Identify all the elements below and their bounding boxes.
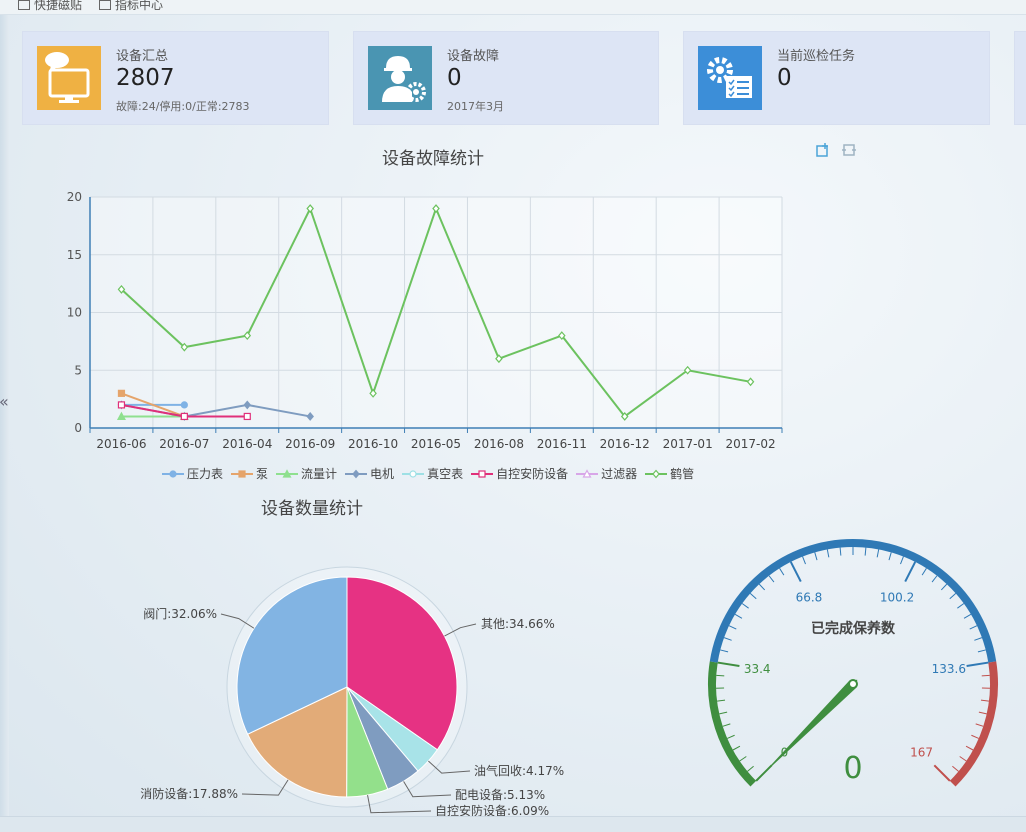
- gauge-minor-tick: [979, 712, 987, 714]
- gauge-minor-tick: [889, 552, 891, 560]
- gauge-minor-tick: [865, 548, 866, 556]
- gauge-tick-label: 33.4: [744, 662, 771, 676]
- gauge-minor-tick: [747, 766, 753, 771]
- gauge-minor-tick: [769, 576, 774, 582]
- gauge-minor-tick: [717, 700, 725, 701]
- gauge-major-tick: [934, 765, 950, 781]
- gauge-band: [714, 543, 993, 662]
- gauge-minor-tick: [952, 766, 958, 771]
- gauge-minor-tick: [729, 626, 736, 629]
- gauge-minor-tick: [840, 548, 841, 556]
- gauge-minor-tick: [735, 614, 742, 618]
- gauge-minor-tick: [759, 584, 764, 590]
- gauge-minor-tick: [720, 650, 728, 652]
- gauge-minor-tick: [727, 735, 734, 738]
- gauge-minor-tick: [723, 724, 731, 726]
- gauge-minor-tick: [716, 675, 724, 676]
- gauge-minor-tick: [922, 568, 926, 575]
- gauge-minor-tick: [966, 746, 973, 750]
- gauge-minor-tick: [900, 557, 903, 564]
- gauge-minor-tick: [740, 757, 747, 761]
- gauge-minor-tick: [780, 568, 784, 575]
- gauge-tick-label: 66.8: [796, 591, 823, 605]
- gauge-minor-tick: [950, 593, 956, 598]
- gauge-minor-tick: [964, 614, 971, 618]
- gauge-minor-tick: [742, 603, 748, 608]
- gauge-minor-tick: [719, 712, 727, 714]
- gauge-minor-tick: [970, 626, 977, 629]
- gauge-title: 已完成保养数: [811, 620, 896, 637]
- gauge-minor-tick: [974, 638, 982, 641]
- gauge-minor-tick: [750, 593, 756, 598]
- gauge-minor-tick: [733, 746, 740, 750]
- gauge-band: [953, 662, 994, 784]
- gauge-major-tick: [718, 663, 740, 666]
- gauge-minor-tick: [957, 603, 963, 608]
- gauge-minor-tick: [877, 549, 878, 557]
- gauge-major-tick: [791, 562, 801, 582]
- gauge-minor-tick: [982, 675, 990, 676]
- gauge-tick-label: 167: [910, 746, 933, 760]
- gauge-minor-tick: [932, 576, 937, 582]
- gauge-tick-label: 133.6: [932, 662, 966, 676]
- gauge-minor-tick: [941, 584, 946, 590]
- maintenance-gauge: 033.466.8100.2133.6167已完成保养数0: [0, 0, 1026, 831]
- gauge-minor-tick: [960, 757, 967, 761]
- gauge-minor-tick: [976, 724, 984, 726]
- gauge-value: 0: [843, 751, 862, 786]
- bottom-scrollbar[interactable]: [0, 816, 1026, 832]
- gauge-major-tick: [967, 663, 989, 666]
- gauge-band: [712, 662, 753, 784]
- gauge-minor-tick: [971, 735, 978, 738]
- gauge-minor-tick: [815, 552, 817, 560]
- gauge-pivot: [849, 680, 857, 688]
- gauge-minor-tick: [724, 638, 732, 641]
- gauge-tick-label: 100.2: [880, 591, 914, 605]
- gauge-minor-tick: [827, 549, 828, 557]
- gauge-major-tick: [905, 562, 915, 582]
- gauge-minor-tick: [978, 650, 986, 652]
- gauge-minor-tick: [803, 557, 806, 564]
- gauge-minor-tick: [981, 700, 989, 701]
